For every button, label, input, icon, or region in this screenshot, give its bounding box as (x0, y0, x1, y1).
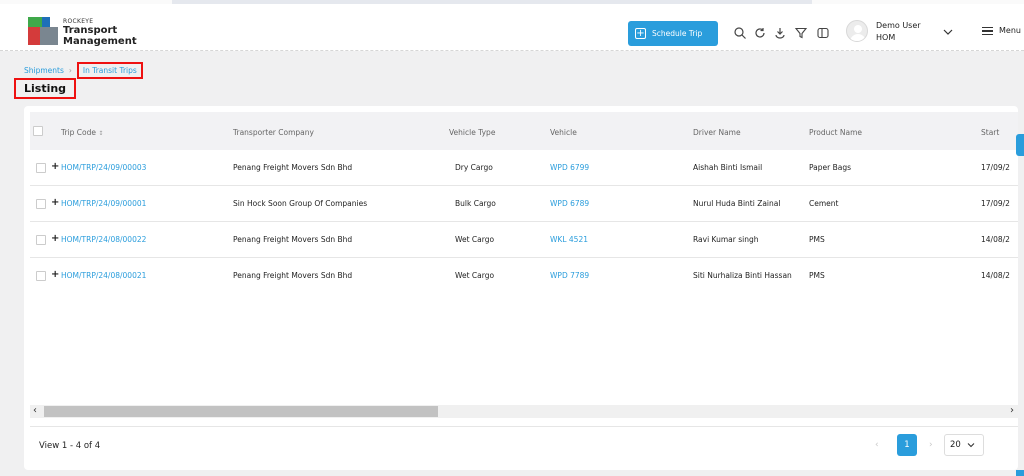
filter-icon[interactable] (794, 26, 808, 40)
column-header-driver[interactable]: Driver Name (693, 128, 741, 137)
product-cell: PMS (809, 235, 825, 244)
view-count-text: View 1 - 4 of 4 (39, 441, 101, 451)
brand-line-2: Management (63, 36, 137, 47)
table-row[interactable]: + HOM/TRP/24/09/00001 Sin Hock Soon Grou… (30, 186, 1018, 222)
listing-card: Trip Code ↕ Transporter Company Vehicle … (24, 106, 1018, 470)
column-header-transporter[interactable]: Transporter Company (233, 128, 314, 137)
user-name: Demo User (876, 21, 921, 30)
vehicle-link[interactable]: WPD 6799 (550, 163, 589, 172)
breadcrumb-current[interactable]: In Transit Trips (76, 62, 143, 79)
plus-icon: + (635, 28, 646, 39)
start-cell: 17/09/2 (981, 199, 1010, 208)
page-size-value: 20 (950, 440, 961, 450)
table-row[interactable]: + HOM/TRP/24/08/00022 Penang Freight Mov… (30, 222, 1018, 258)
app-header: ROCKEYE Transport Management + Schedule … (0, 4, 1024, 51)
expand-icon[interactable]: + (51, 161, 59, 172)
prev-page-icon[interactable]: ‹ (875, 440, 879, 450)
row-checkbox[interactable] (36, 163, 46, 173)
next-page-icon[interactable]: › (929, 440, 933, 450)
transporter-cell: Penang Freight Movers Sdn Bhd (233, 235, 353, 244)
brand-line-1: Transport (63, 25, 118, 36)
vehicle-type-cell: Wet Cargo (455, 235, 495, 244)
driver-cell: Siti Nurhaliza Binti Hassan (693, 271, 792, 280)
row-checkbox[interactable] (36, 199, 46, 209)
user-role: HOM (876, 33, 896, 42)
driver-cell: Nurul Huda Binti Zainal (693, 199, 781, 208)
table-row[interactable]: + HOM/TRP/24/08/00021 Penang Freight Mov… (30, 258, 1018, 294)
vehicle-type-cell: Bulk Cargo (455, 199, 496, 208)
side-panel-tab-bottom[interactable] (1016, 470, 1024, 476)
trip-code-link[interactable]: HOM/TRP/24/09/00001 (61, 199, 146, 208)
hamburger-icon (982, 25, 993, 37)
schedule-trip-label: Schedule Trip (652, 29, 703, 38)
layout-icon[interactable] (816, 26, 830, 40)
column-header-product[interactable]: Product Name (809, 128, 862, 137)
menu-button[interactable]: Menu (982, 25, 1021, 37)
start-cell: 17/09/2 (981, 163, 1010, 172)
download-icon[interactable] (773, 26, 787, 40)
column-header-vehicle-type[interactable]: Vehicle Type (449, 128, 495, 137)
trip-code-link[interactable]: HOM/TRP/24/08/00022 (61, 235, 146, 244)
table-row[interactable]: + HOM/TRP/24/09/00003 Penang Freight Mov… (30, 150, 1018, 186)
start-cell: 14/08/2 (981, 271, 1010, 280)
expand-icon[interactable]: + (51, 233, 59, 244)
column-header-trip-code[interactable]: Trip Code ↕ (61, 128, 103, 137)
row-checkbox[interactable] (36, 271, 46, 281)
scrollbar-thumb[interactable] (44, 406, 438, 417)
brand-small-text: ROCKEYE (63, 18, 94, 25)
vehicle-type-cell: Wet Cargo (455, 271, 495, 280)
driver-cell: Ravi Kumar singh (693, 235, 759, 244)
page-title: Listing (14, 78, 77, 99)
side-panel-tab[interactable] (1016, 134, 1024, 156)
vehicle-type-cell: Dry Cargo (455, 163, 493, 172)
expand-icon[interactable]: + (51, 197, 59, 208)
vehicle-link[interactable]: WPD 7789 (550, 271, 589, 280)
trip-code-link[interactable]: HOM/TRP/24/09/00003 (61, 163, 146, 172)
product-cell: Cement (809, 199, 839, 208)
expand-icon[interactable]: + (51, 269, 59, 280)
scroll-right-icon[interactable]: › (1010, 405, 1014, 416)
logo-icon (28, 17, 58, 45)
avatar[interactable] (846, 20, 868, 42)
sort-icon: ↕ (98, 130, 104, 137)
page-size-select[interactable]: 20 (944, 434, 984, 456)
vehicle-link[interactable]: WPD 6789 (550, 199, 589, 208)
breadcrumb-separator-icon: › (68, 66, 72, 75)
breadcrumb-shipments-link[interactable]: Shipments (24, 66, 64, 75)
product-cell: Paper Bags (809, 163, 852, 172)
search-icon[interactable] (733, 26, 747, 40)
trip-code-link[interactable]: HOM/TRP/24/08/00021 (61, 271, 146, 280)
breadcrumb: Shipments › In Transit Trips (24, 62, 143, 79)
select-all-checkbox[interactable] (33, 126, 43, 136)
start-cell: 14/08/2 (981, 235, 1010, 244)
transporter-cell: Sin Hock Soon Group Of Companies (233, 199, 368, 208)
table-header: Trip Code ↕ Transporter Company Vehicle … (30, 112, 1018, 150)
product-cell: PMS (809, 271, 825, 280)
chevron-down-icon (967, 443, 975, 448)
column-header-start[interactable]: Start (981, 128, 999, 137)
driver-cell: Aishah Binti Ismail (693, 163, 763, 172)
row-checkbox[interactable] (36, 235, 46, 245)
scroll-left-icon[interactable]: ‹ (33, 405, 37, 416)
refresh-icon[interactable] (753, 26, 767, 40)
vehicle-link[interactable]: WKL 4521 (550, 235, 588, 244)
transporter-cell: Penang Freight Movers Sdn Bhd (233, 163, 353, 172)
horizontal-scrollbar[interactable]: ‹ › (30, 405, 1018, 418)
chevron-down-icon[interactable] (943, 28, 953, 36)
transporter-cell: Penang Freight Movers Sdn Bhd (233, 271, 353, 280)
schedule-trip-button[interactable]: + Schedule Trip (628, 21, 718, 46)
column-header-vehicle[interactable]: Vehicle (550, 128, 577, 137)
menu-label: Menu (999, 26, 1021, 36)
footer-divider (30, 426, 1018, 427)
page-1-button[interactable]: 1 (897, 434, 917, 456)
